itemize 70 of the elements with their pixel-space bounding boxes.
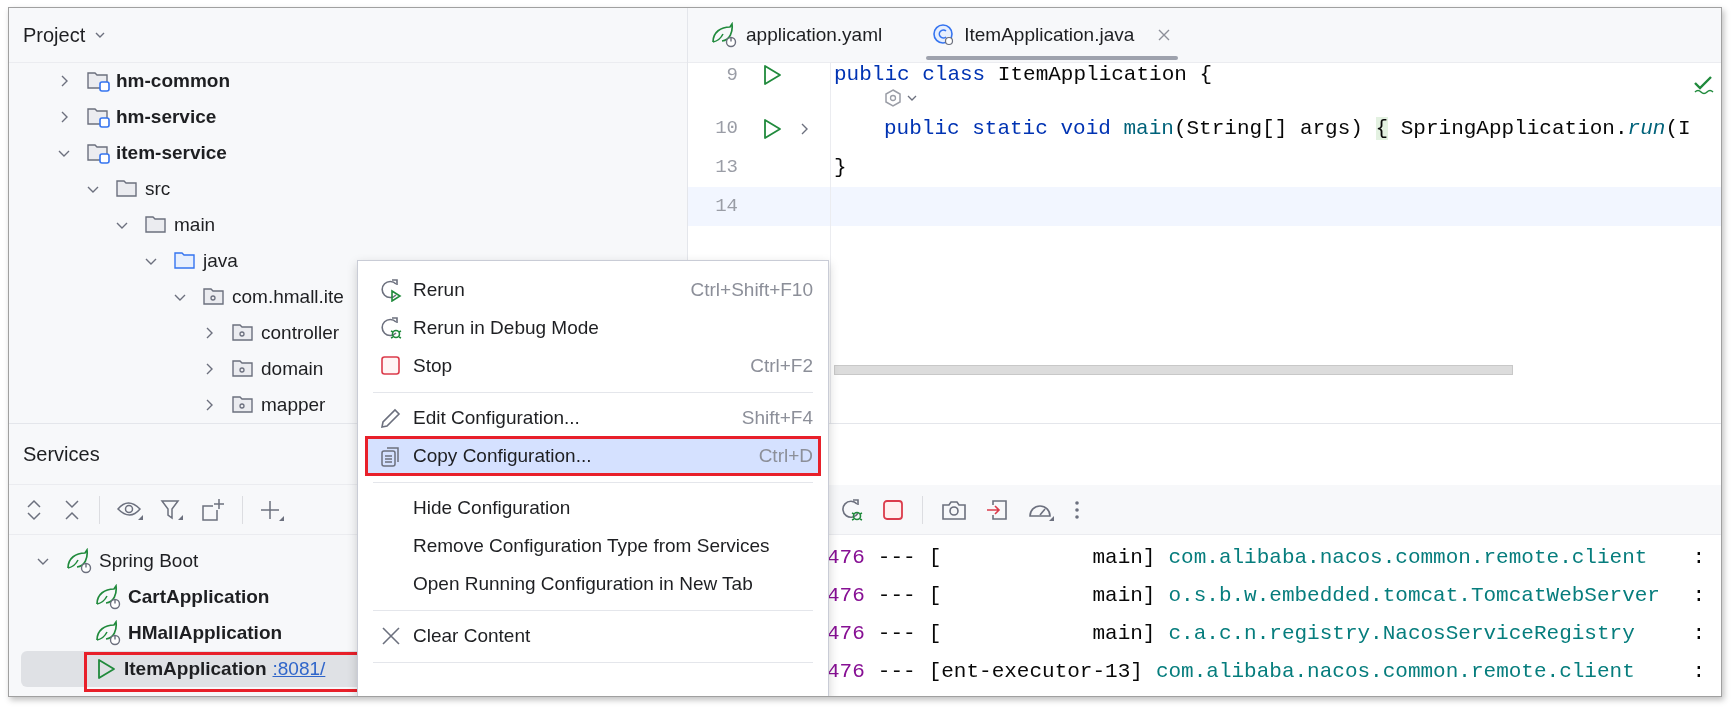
tree-item[interactable]: mapper [261, 390, 326, 420]
menu-item[interactable]: Stop Ctrl+F2 [366, 347, 820, 385]
camera-icon[interactable] [941, 498, 967, 521]
scrollbar[interactable] [834, 365, 1513, 375]
tree-item[interactable]: main [174, 210, 216, 240]
log-colon: : [1692, 583, 1705, 610]
line-number: 9 [725, 62, 738, 88]
menu-item[interactable]: Hide Configuration [366, 489, 820, 527]
rerun-icon [379, 278, 403, 302]
thread-name: [ main] [928, 621, 1156, 648]
debug-rerun-icon [379, 316, 403, 340]
stop-icon [380, 355, 402, 377]
log-colon: : [1692, 621, 1705, 648]
log-separator: --- [877, 545, 916, 572]
process-id: 476 [827, 621, 865, 648]
log-colon: : [1692, 545, 1705, 572]
spring-leaf-icon [94, 620, 122, 646]
module-folder-icon [86, 105, 112, 129]
code-line: public static void main(String[] args) { SpringApplication.run(I [883, 115, 1691, 142]
menu-item[interactable]: Rerun in Debug Mode [366, 309, 820, 347]
stop-icon[interactable] [882, 498, 904, 521]
editor-tab[interactable]: application.yaml [704, 8, 889, 62]
logger-name: com.alibaba.nacos.common.remote.client [1155, 659, 1636, 686]
tree-item[interactable]: java [203, 246, 238, 276]
menu-item[interactable]: Rerun Ctrl+Shift+F10 [366, 271, 820, 309]
more-icon[interactable] [1073, 498, 1081, 521]
add-box-icon[interactable] [200, 497, 226, 522]
tree-item[interactable]: hm-common [116, 66, 230, 96]
menu-item[interactable]: Open Running Configuration in New Tab [366, 565, 820, 603]
module-folder-icon [86, 69, 112, 93]
log-separator: --- [877, 583, 916, 610]
menu-item[interactable]: Copy Configuration... Ctrl+D [366, 437, 820, 475]
spring-leaf-icon [65, 548, 93, 574]
tree-item[interactable]: hm-service [116, 102, 217, 132]
log-separator: --- [877, 659, 916, 686]
tree-item[interactable]: src [145, 174, 171, 204]
line-number: 13 [714, 155, 738, 181]
thread-name: [ main] [928, 545, 1156, 572]
close-icon [380, 625, 402, 647]
log-colon: : [1692, 659, 1705, 686]
hint-icon[interactable] [883, 88, 919, 108]
filter-icon[interactable] [160, 498, 184, 521]
sign-in-icon[interactable] [985, 497, 1009, 522]
thread-name: [ent-executor-13] [928, 659, 1143, 686]
process-id: 476 [827, 545, 865, 572]
spring-leaf-icon [710, 22, 738, 48]
process-id: 476 [827, 659, 865, 686]
spring-leaf-icon [94, 584, 122, 610]
code-line: public class ItemApplication { [833, 62, 1213, 88]
editor-tab[interactable]: ItemApplication.java [926, 8, 1179, 62]
menu-item[interactable]: Edit Configuration... Shift+F4 [366, 399, 820, 437]
tree-item[interactable]: com.hmall.ite [232, 282, 344, 312]
log-separator: --- [877, 621, 916, 648]
pencil-icon [379, 406, 403, 430]
logger-name: com.alibaba.nacos.common.remote.client [1168, 545, 1649, 572]
logger-name: o.s.b.w.embedded.tomcat.TomcatWebServer [1168, 583, 1661, 610]
logger-name: c.a.c.n.registry.NacosServiceRegistry [1168, 621, 1636, 648]
thread-name: [ main] [928, 583, 1156, 610]
panel-title[interactable]: Project [23, 20, 86, 50]
menu-item[interactable]: Remove Configuration Type from Services [366, 527, 820, 565]
line-number: 10 [714, 116, 738, 142]
check-icon[interactable] [1693, 75, 1715, 95]
tree-item[interactable]: item-service [116, 138, 227, 168]
tree-item[interactable]: domain [261, 354, 324, 384]
tree-item[interactable]: controller [261, 318, 340, 348]
line-number: 14 [714, 194, 738, 220]
process-id: 476 [827, 583, 865, 610]
panel-title: Services [23, 442, 100, 467]
code-line: } [833, 154, 847, 181]
module-folder-icon [86, 141, 112, 165]
